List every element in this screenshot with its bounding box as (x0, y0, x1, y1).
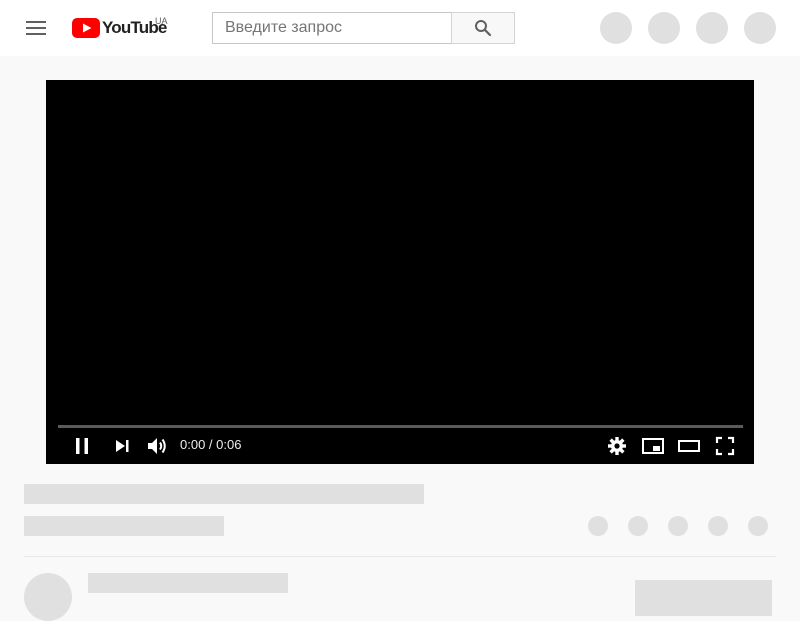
channel-name-placeholder (88, 573, 288, 593)
theater-mode-icon (678, 440, 700, 452)
time-display: 0:00 / 0:06 (180, 437, 242, 452)
volume-button[interactable] (139, 434, 175, 458)
channel-avatar-placeholder[interactable] (24, 573, 72, 621)
pause-button[interactable] (64, 434, 100, 458)
action-placeholder-icon[interactable] (628, 516, 648, 536)
action-placeholder-icon[interactable] (748, 516, 768, 536)
topbar-placeholder-icon[interactable] (696, 12, 728, 44)
title-placeholder (24, 484, 424, 504)
pause-icon (76, 438, 88, 454)
search-icon (475, 20, 492, 37)
view-count-placeholder (24, 516, 224, 536)
miniplayer-icon (642, 438, 664, 454)
hamburger-menu-icon[interactable] (24, 16, 48, 40)
subscribe-button-placeholder[interactable] (635, 580, 772, 616)
volume-icon (148, 438, 166, 454)
next-icon (116, 440, 129, 452)
country-code: UA (155, 16, 168, 26)
action-placeholder-icon[interactable] (588, 516, 608, 536)
divider (24, 556, 776, 557)
theater-mode-button[interactable] (671, 434, 707, 458)
search-box (212, 12, 451, 44)
search-button[interactable] (451, 12, 515, 44)
topbar-placeholder-icon[interactable] (648, 12, 680, 44)
fullscreen-icon (715, 436, 735, 456)
action-placeholder-icon[interactable] (668, 516, 688, 536)
video-player[interactable]: 0:00 / 0:06 (46, 80, 754, 464)
youtube-logo[interactable]: YouTube UA (72, 16, 168, 38)
youtube-play-logo-icon (72, 18, 100, 38)
search-input[interactable] (213, 13, 445, 43)
topbar-placeholder-icon[interactable] (744, 12, 776, 44)
settings-button[interactable] (599, 434, 635, 458)
topbar-placeholder-icon[interactable] (600, 12, 632, 44)
fullscreen-button[interactable] (707, 434, 743, 458)
miniplayer-button[interactable] (635, 434, 671, 458)
masthead: YouTube UA (0, 0, 800, 56)
gear-icon (608, 437, 626, 455)
progress-bar[interactable] (58, 425, 743, 428)
action-placeholder-icon[interactable] (708, 516, 728, 536)
next-button[interactable] (104, 434, 140, 458)
